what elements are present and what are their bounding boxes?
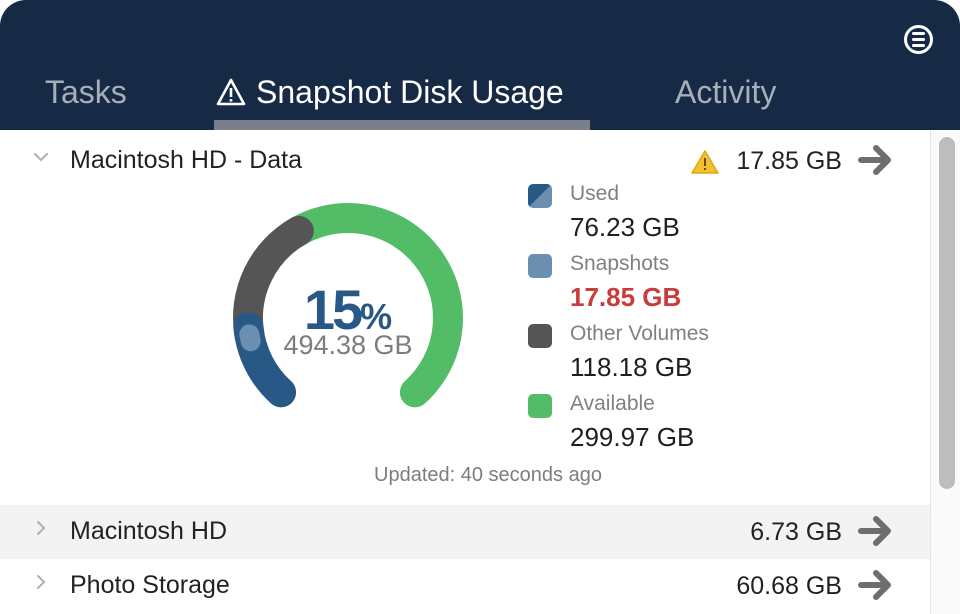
legend-value: 76.23 GB	[570, 212, 680, 242]
tab-tasks[interactable]: Tasks	[45, 72, 127, 112]
arrow-right-icon[interactable]	[858, 568, 894, 602]
updated-timestamp: Updated: 40 seconds ago	[374, 464, 602, 486]
tab-activity[interactable]: Activity	[675, 72, 776, 112]
volume-name: Macintosh HD	[70, 517, 227, 545]
legend-value: 118.18 GB	[570, 352, 693, 382]
volume-row-macintosh-hd-data[interactable]: Macintosh HD - Data 17.85 GB	[0, 134, 930, 188]
disk-total: 494.38 GB	[283, 330, 413, 360]
scrollbar[interactable]	[930, 130, 960, 614]
volume-list: Macintosh HD - Data 17.85 GB 15% 494.38 …	[0, 130, 930, 614]
arrow-right-icon[interactable]	[858, 514, 894, 548]
volume-row-photo-storage[interactable]: Photo Storage 60.68 GB	[0, 559, 930, 613]
warning-badge-icon	[691, 150, 719, 174]
tab-tasks-label: Tasks	[45, 74, 127, 110]
snapshot-size: 6.73 GB	[750, 518, 842, 546]
used-swatch	[528, 184, 552, 208]
menu-circle-icon[interactable]	[904, 25, 933, 54]
snapshot-size: 17.85 GB	[736, 147, 842, 175]
other-volumes-swatch	[528, 324, 552, 348]
active-tab-indicator	[214, 120, 590, 130]
chevron-down-icon[interactable]	[32, 148, 50, 166]
volume-row-macintosh-hd[interactable]: Macintosh HD 6.73 GB	[0, 505, 930, 559]
available-swatch	[528, 394, 552, 418]
snapshot-size: 60.68 GB	[736, 572, 842, 600]
chevron-right-icon[interactable]	[32, 519, 50, 537]
arrow-right-icon[interactable]	[858, 143, 894, 177]
snapshots-swatch	[528, 254, 552, 278]
legend-value: 17.85 GB	[570, 282, 682, 312]
legend-value: 299.97 GB	[570, 422, 695, 452]
legend-label: Snapshots	[570, 252, 670, 275]
tab-activity-label: Activity	[675, 74, 777, 110]
volume-name: Photo Storage	[70, 571, 230, 599]
legend-label: Used	[570, 182, 620, 205]
scrollbar-thumb[interactable]	[939, 137, 955, 489]
chevron-right-icon[interactable]	[32, 573, 50, 591]
legend-label: Other Volumes	[570, 322, 709, 345]
volume-name: Macintosh HD - Data	[70, 146, 303, 174]
legend-label: Available	[570, 392, 655, 415]
app-header: Tasks Snapshot Disk Usage Activity	[0, 0, 960, 130]
tab-snapshot-label: Snapshot Disk Usage	[256, 74, 564, 110]
warning-triangle-icon	[216, 78, 246, 106]
tab-snapshot-disk-usage[interactable]: Snapshot Disk Usage	[216, 72, 564, 112]
